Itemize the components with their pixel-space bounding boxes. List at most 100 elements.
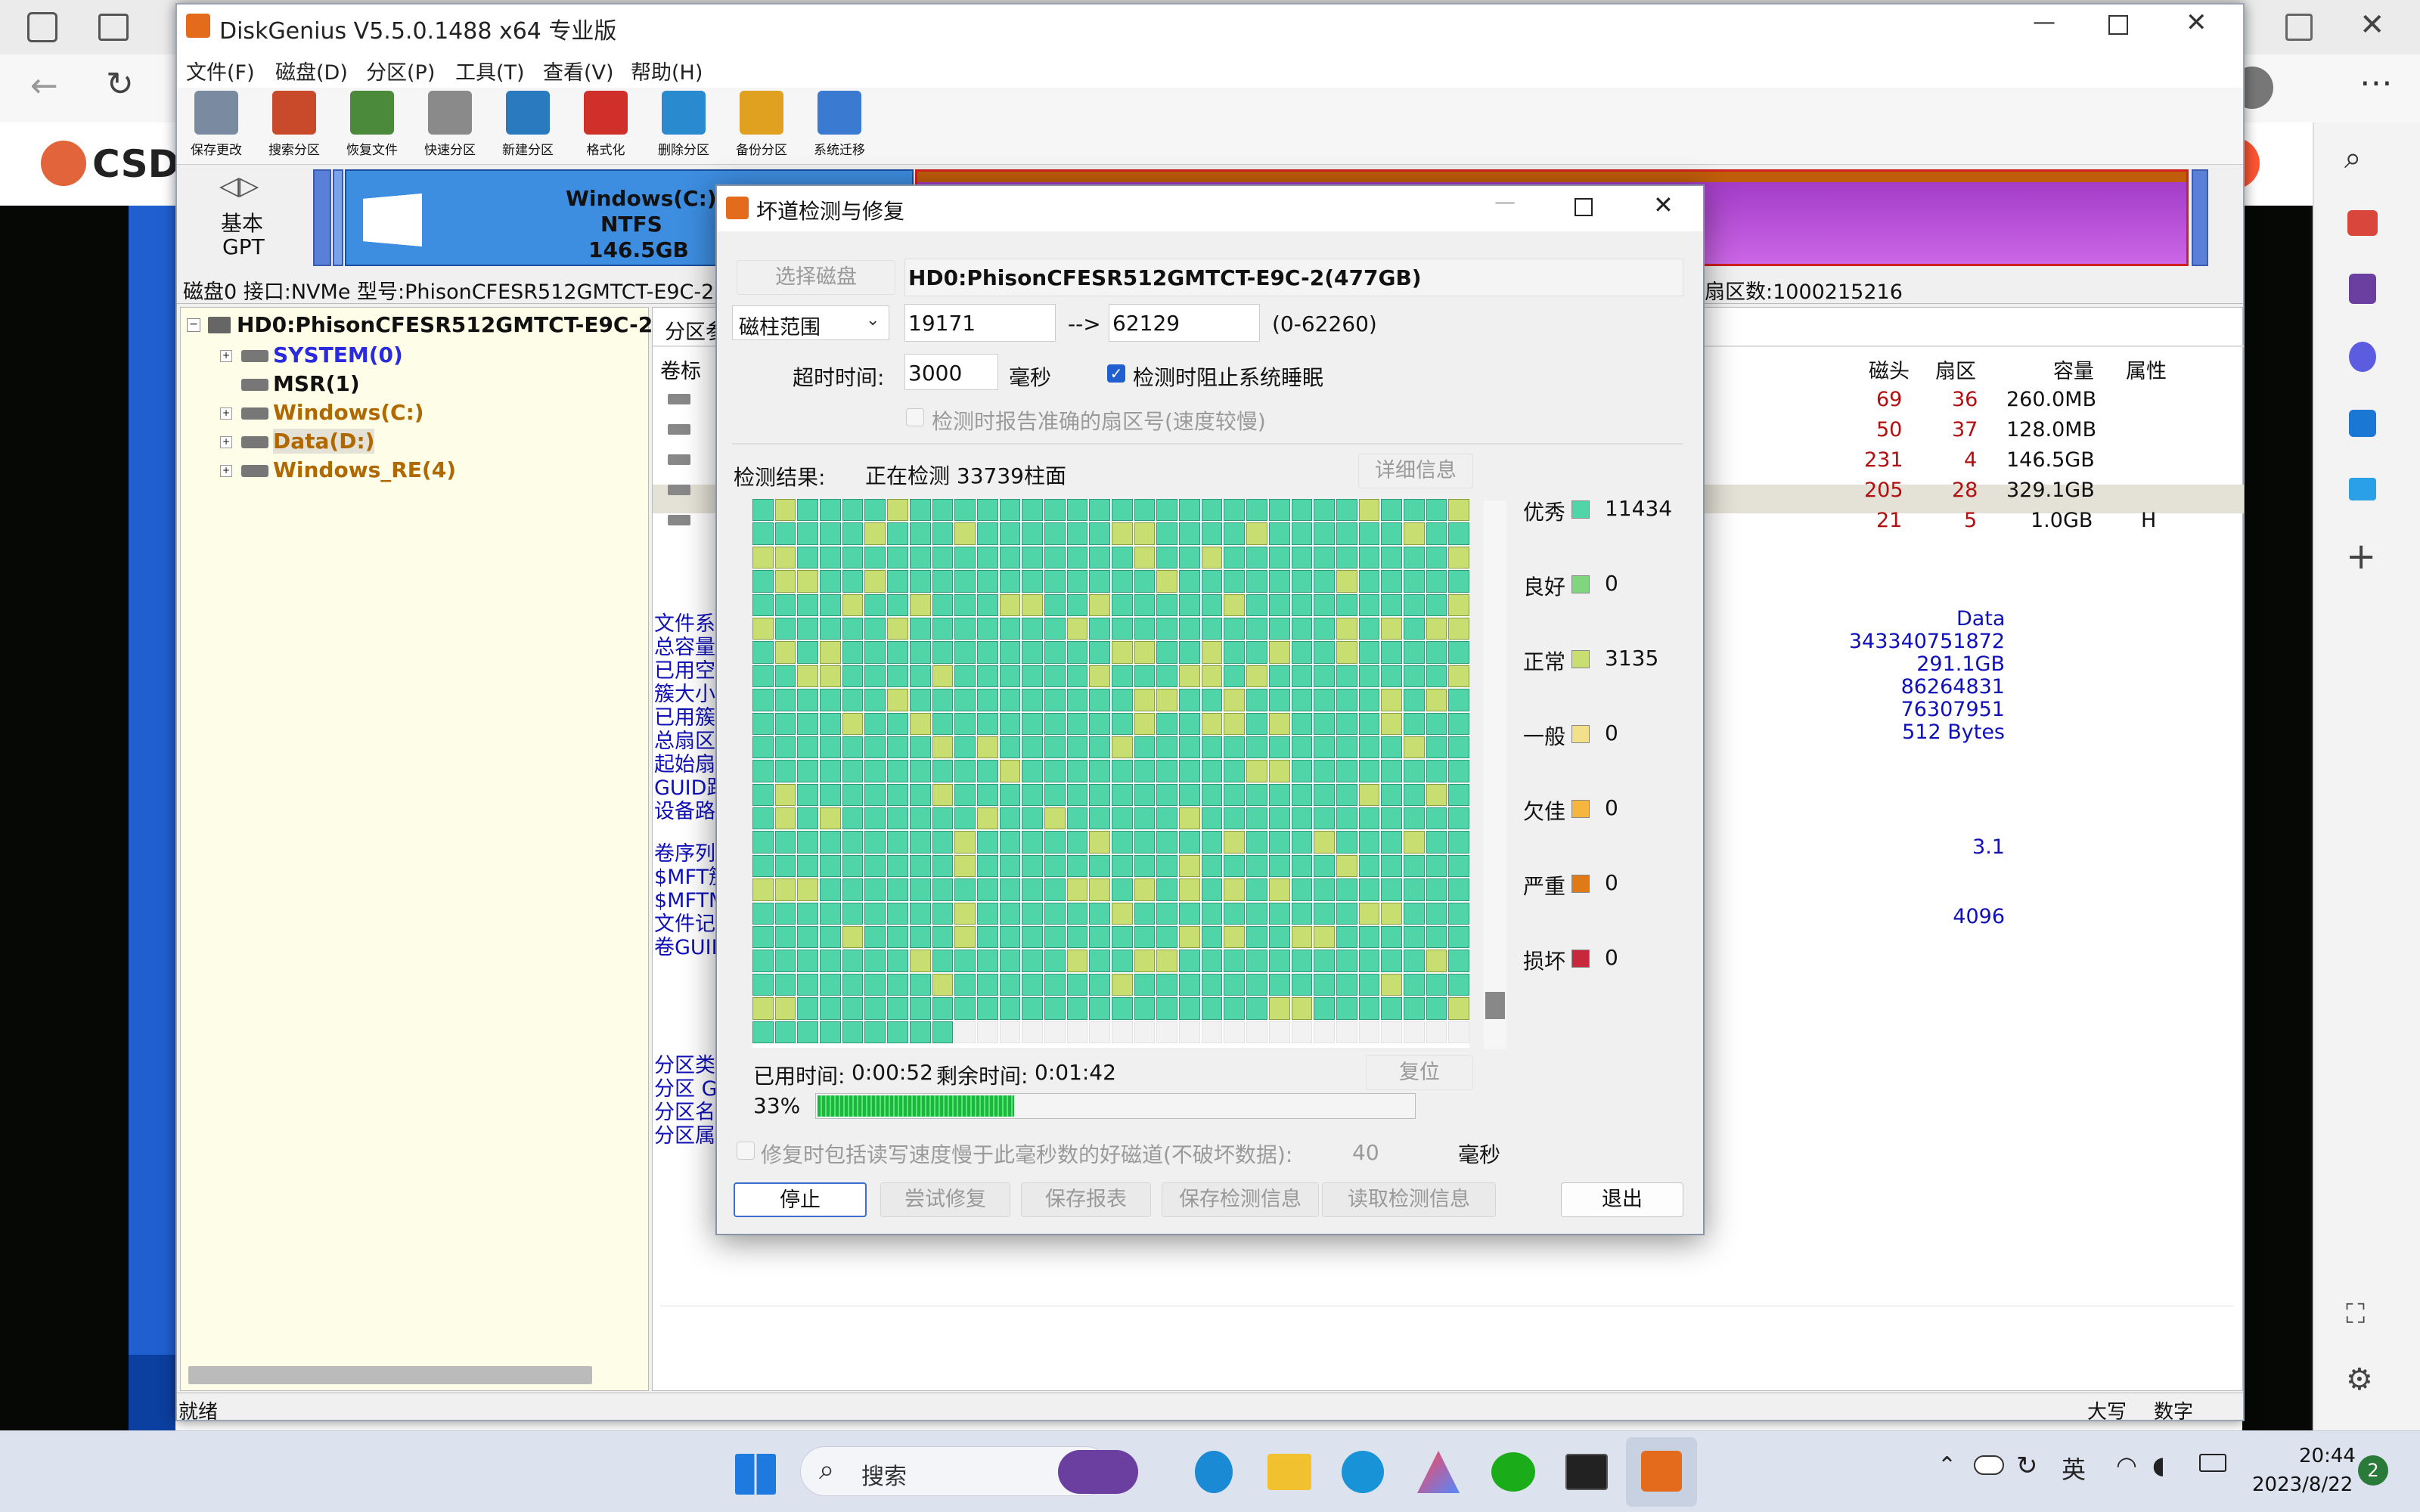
repair-option-checkbox[interactable] [737, 1142, 755, 1160]
tree-item-partition[interactable]: Windows_RE(4) [273, 457, 456, 482]
menu-item[interactable]: 工具(T) [455, 56, 525, 85]
clock-date[interactable]: 2023/8/22 [2252, 1473, 2353, 1496]
split-screen-icon[interactable]: ⛶ [2346, 1299, 2365, 1331]
try-repair-button[interactable]: 尝试修复 [880, 1182, 1010, 1217]
grid-cell [1448, 689, 1469, 711]
grid-cell [1112, 854, 1133, 878]
select-disk-button[interactable]: 选择磁盘 [737, 260, 895, 295]
toolbar-button[interactable]: 新建分区 [492, 91, 564, 163]
back-icon[interactable]: ← [30, 67, 58, 105]
report-sector-checkbox[interactable] [906, 408, 924, 426]
menu-item[interactable]: 磁盘(D) [275, 56, 348, 85]
send-icon[interactable] [2349, 478, 2376, 500]
tab-actions-icon[interactable] [98, 14, 129, 41]
tools-icon[interactable] [2347, 210, 2378, 236]
range-from-input[interactable]: 19171 [904, 304, 1056, 342]
tree-item-partition[interactable]: SYSTEM(0) [273, 342, 403, 367]
m365-icon[interactable] [2349, 342, 2376, 372]
close-button[interactable]: ✕ [2186, 8, 2207, 38]
settings-icon[interactable]: ⚙ [2346, 1362, 2373, 1397]
restore-icon[interactable] [2285, 14, 2313, 41]
menu-item[interactable]: 帮助(H) [631, 56, 703, 85]
partition-system-block[interactable] [313, 169, 331, 266]
onedrive-icon[interactable] [1974, 1455, 2004, 1475]
tree-item-partition[interactable]: MSR(1) [273, 371, 360, 396]
repair-ms-value[interactable]: 40 [1352, 1140, 1379, 1165]
timeout-input[interactable]: 3000 [904, 354, 998, 390]
toolbar-button[interactable]: 格式化 [569, 91, 642, 163]
partition-msr-block[interactable] [333, 169, 343, 266]
notification-badge[interactable]: 2 [2358, 1455, 2388, 1486]
expand-toggle-icon[interactable]: + [220, 350, 232, 362]
save-info-button[interactable]: 保存检测信息 [1162, 1182, 1319, 1217]
toolbar-button[interactable]: 搜索分区 [258, 91, 330, 163]
tray-chevron-icon[interactable]: ⌃ [1938, 1452, 1956, 1479]
workspaces-icon[interactable] [27, 12, 57, 42]
grid-cell [1066, 1021, 1088, 1043]
battery-icon[interactable] [2199, 1454, 2226, 1472]
expand-toggle-icon[interactable]: + [220, 407, 232, 420]
toolbar-button[interactable]: 快速分区 [414, 91, 486, 163]
reset-button[interactable]: 复位 [1366, 1055, 1473, 1090]
range-to-input[interactable]: 62129 [1109, 304, 1260, 342]
menu-item[interactable]: 文件(F) [186, 56, 255, 85]
grid-cell [1358, 593, 1380, 616]
tree-root-disk[interactable]: HD0:PhisonCFESR512GMTCT-E9C-2(47 [237, 312, 692, 337]
expand-toggle-icon[interactable]: + [220, 465, 232, 477]
tree-scrollbar[interactable] [188, 1366, 592, 1384]
close-icon[interactable]: ✕ [2360, 8, 2385, 42]
details-button[interactable]: 详细信息 [1358, 454, 1473, 488]
minimize-button[interactable]: — [2033, 9, 2055, 36]
grid-cell [1134, 499, 1156, 522]
grid-scrollbar-thumb[interactable] [1485, 992, 1505, 1019]
file-explorer-icon[interactable] [1267, 1454, 1311, 1490]
grid-scrollbar-track[interactable] [1484, 500, 1506, 1049]
input-language[interactable]: 英 [2062, 1451, 2086, 1486]
load-info-button[interactable]: 读取检测信息 [1322, 1182, 1496, 1217]
save-report-button[interactable]: 保存报表 [1021, 1182, 1151, 1217]
sync-icon[interactable]: ↻ [2016, 1451, 2038, 1481]
vpn-app-icon[interactable] [1417, 1451, 1460, 1493]
volume-icon[interactable]: ◖ [2152, 1451, 2165, 1479]
page-footer-button[interactable] [129, 1355, 175, 1430]
copilot-icon[interactable] [1195, 1451, 1233, 1493]
taskbar-search[interactable]: ⌕ 搜索 [800, 1446, 1138, 1496]
dialog-close-button[interactable]: ✕ [1653, 191, 1674, 219]
add-icon[interactable]: + [2346, 535, 2376, 578]
tree-item-partition[interactable]: Windows(C:) [273, 400, 424, 425]
expand-toggle-icon[interactable]: + [220, 436, 232, 448]
maximize-button[interactable] [2108, 15, 2128, 35]
outlook-icon[interactable] [2349, 410, 2376, 437]
disk-prev-next-icon[interactable]: ◁▷ [219, 171, 259, 201]
dialog-minimize-button[interactable]: — [1494, 189, 1516, 214]
menu-item[interactable]: 分区(P) [366, 56, 435, 85]
games-icon[interactable] [2349, 274, 2376, 304]
grid-cell [1246, 499, 1267, 522]
expand-toggle-icon[interactable]: − [187, 318, 200, 332]
toolbar-button[interactable]: 保存更改 [180, 91, 253, 163]
prevent-sleep-checkbox[interactable]: ✓ [1107, 364, 1125, 383]
menu-item[interactable]: 查看(V) [543, 56, 614, 85]
toolbar-button[interactable]: 系统迁移 [803, 91, 876, 163]
clock-time[interactable]: 20:44 [2299, 1445, 2356, 1467]
stop-button[interactable]: 停止 [734, 1182, 867, 1217]
terminal-icon[interactable] [1565, 1454, 1608, 1490]
range-mode-select[interactable]: 磁柱范围 ⌄ [732, 305, 889, 340]
refresh-icon[interactable]: ↻ [106, 65, 134, 104]
search-icon[interactable]: ⌕ [2344, 141, 2361, 175]
wifi-icon[interactable]: ◠ [2116, 1451, 2137, 1479]
range-mode-value: 磁柱范围 [739, 316, 821, 339]
toolbar-button[interactable]: 删除分区 [647, 91, 720, 163]
diskgenius-task[interactable] [1626, 1437, 1697, 1507]
exit-button[interactable]: 退出 [1561, 1182, 1683, 1217]
start-icon[interactable] [735, 1454, 776, 1495]
dialog-maximize-button[interactable] [1575, 198, 1593, 216]
partition-re-block[interactable] [2192, 169, 2208, 266]
grid-cell [1314, 973, 1335, 996]
toolbar-button[interactable]: 备份分区 [725, 91, 798, 163]
edge-icon[interactable] [1342, 1451, 1384, 1493]
tree-item-partition[interactable]: Data(D:) [273, 429, 375, 454]
toolbar-button[interactable]: 恢复文件 [336, 91, 408, 163]
wechat-icon[interactable] [1491, 1452, 1535, 1492]
more-icon[interactable]: ⋯ [2360, 64, 2393, 102]
